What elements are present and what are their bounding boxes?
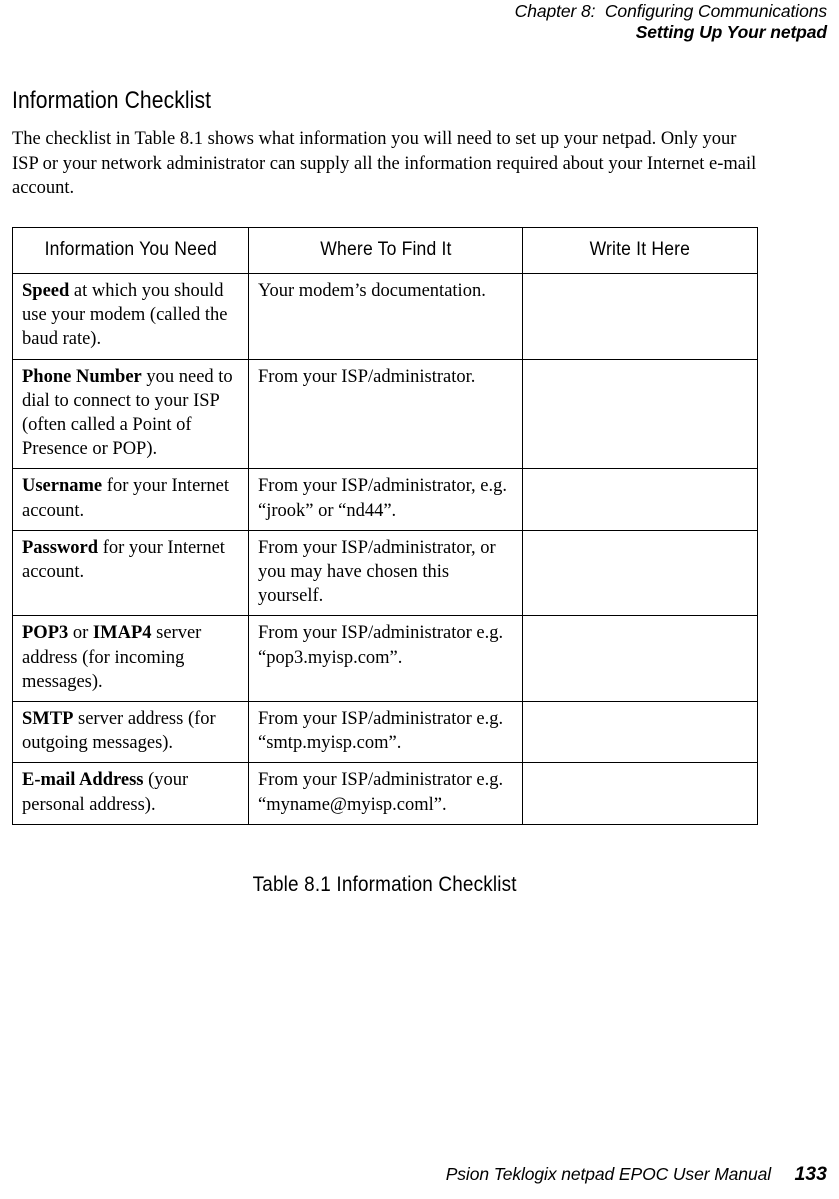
cell-term: E-mail Address xyxy=(22,770,144,791)
cell-write-it-here[interactable] xyxy=(522,273,758,360)
table-row: Speed at which you should use your modem… xyxy=(12,273,758,360)
cell-information-you-need: SMTP server address (for outgoing messag… xyxy=(12,701,249,764)
cell-write-it-here[interactable] xyxy=(522,468,758,531)
cell-where-to-find-it: From your ISP/administrator e.g. “myname… xyxy=(248,762,523,825)
table-header-row: Information You Need Where To Find It Wr… xyxy=(12,227,758,274)
information-checklist-table: Information You Need Where To Find It Wr… xyxy=(12,227,758,825)
document-page: Chapter 8: Configuring Communications Se… xyxy=(0,0,839,1199)
cell-write-it-here[interactable] xyxy=(522,701,758,764)
intro-paragraph: The checklist in Table 8.1 shows what in… xyxy=(12,129,757,199)
cell-term: POP3 xyxy=(22,623,69,644)
footer-manual-title: Psion Teklogix netpad EPOC User Manual xyxy=(445,1164,771,1184)
cell-term: Phone Number xyxy=(22,366,142,387)
cell-where-to-find-it: From your ISP/administrator. xyxy=(248,358,523,470)
cell-where-to-find-it: From your ISP/administrator, or you may … xyxy=(248,529,523,617)
cell-information-you-need: E-mail Address (your personal address). xyxy=(12,762,249,825)
running-head-chapter: Chapter 8: Configuring Communications xyxy=(514,1,827,21)
cell-where-to-find-it: From your ISP/administrator e.g. “pop3.m… xyxy=(248,615,523,703)
cell-write-it-here[interactable] xyxy=(522,529,758,617)
cell-information-you-need: Password for your Internet account. xyxy=(12,529,249,617)
cell-write-it-here[interactable] xyxy=(522,762,758,825)
table-row: Phone Number you need to dial to connect… xyxy=(12,358,758,470)
table-caption: Table 8.1 Information Checklist xyxy=(12,872,757,898)
table-row: Password for your Internet account. From … xyxy=(12,529,758,617)
cell-information-you-need: POP3 or IMAP4 server address (for incomi… xyxy=(12,615,249,703)
table-body: Speed at which you should use your modem… xyxy=(12,273,758,825)
cell-information-you-need: Speed at which you should use your modem… xyxy=(12,273,249,360)
cell-term: Speed xyxy=(22,281,70,301)
column-header-write-it-here: Write It Here xyxy=(522,227,758,274)
table-header-row-group: Information You Need Where To Find It Wr… xyxy=(12,227,758,274)
table-row: POP3 or IMAP4 server address (for incomi… xyxy=(12,615,758,703)
cell-where-to-find-it: From your ISP/administrator e.g. “smtp.m… xyxy=(248,701,523,764)
footer-page-number: 133 xyxy=(794,1163,827,1185)
cell-term: Password xyxy=(22,537,99,558)
cell-term-conjunction: or xyxy=(68,623,93,644)
column-header-label: Information You Need xyxy=(44,238,217,260)
cell-where-to-find-it: From your ISP/administrator, e.g. “jrook… xyxy=(248,468,523,531)
table-row: E-mail Address (your personal address). F… xyxy=(12,762,758,825)
cell-information-you-need: Phone Number you need to dial to connect… xyxy=(12,358,249,470)
section-heading: Information Checklist xyxy=(12,87,212,114)
cell-term-alt: IMAP4 xyxy=(92,623,152,644)
running-head: Chapter 8: Configuring Communications Se… xyxy=(127,0,827,43)
table-caption-label: Table 8.1 Information Checklist xyxy=(252,873,517,896)
column-header-where-to-find-it: Where To Find It xyxy=(248,227,523,274)
cell-write-it-here[interactable] xyxy=(522,358,758,470)
cell-write-it-here[interactable] xyxy=(522,615,758,703)
column-header-information-you-need: Information You Need xyxy=(12,227,249,274)
column-header-label: Write It Here xyxy=(589,238,691,260)
cell-information-you-need: Username for your Internet account. xyxy=(12,468,249,531)
page-footer: Psion Teklogix netpad EPOC User Manual 1… xyxy=(12,1163,827,1186)
cell-term: Username xyxy=(22,476,103,497)
cell-term: SMTP xyxy=(22,709,74,730)
table-row: SMTP server address (for outgoing messag… xyxy=(12,701,758,764)
cell-where-to-find-it: Your modem’s documentation. xyxy=(248,273,523,360)
column-header-label: Where To Find It xyxy=(319,238,452,260)
running-head-section: Setting Up Your netpad xyxy=(635,22,827,42)
table-row: Username for your Internet account. From … xyxy=(12,468,758,531)
